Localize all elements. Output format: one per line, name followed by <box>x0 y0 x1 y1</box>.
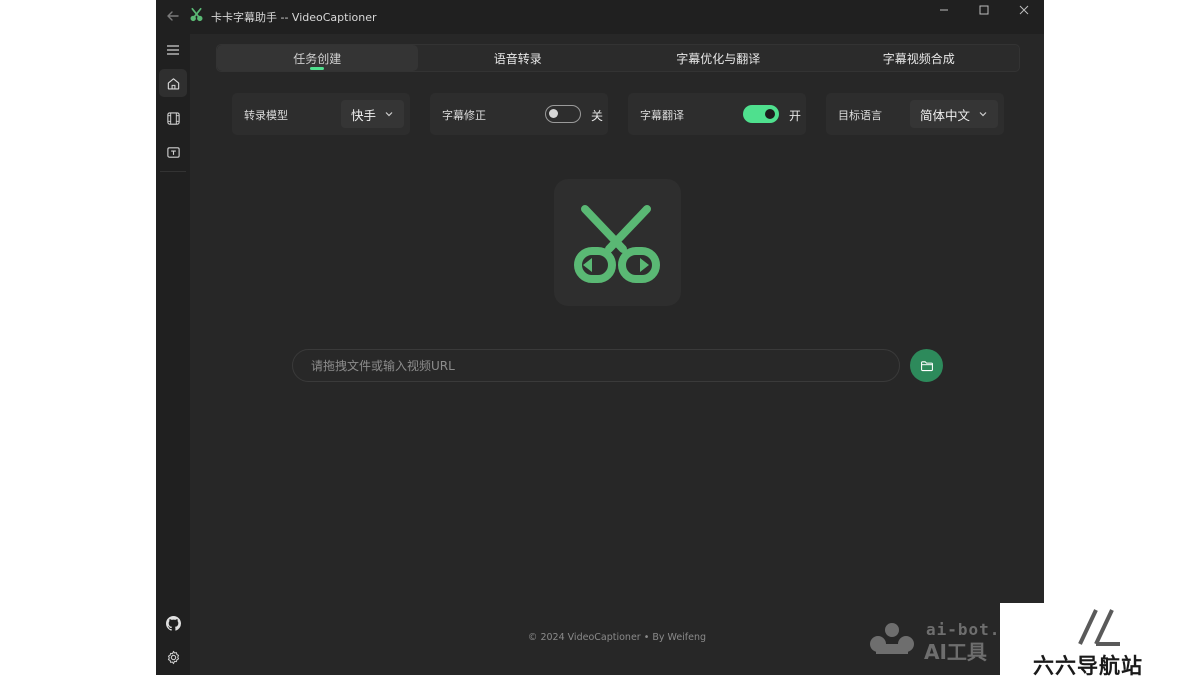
tab-video-synthesis[interactable]: 字幕视频合成 <box>819 45 1020 71</box>
menu-toggle-button[interactable] <box>159 36 187 64</box>
correction-card: 字幕修正 关 <box>430 93 608 135</box>
sidebar-item-subtitle[interactable] <box>159 138 187 166</box>
tab-transcription[interactable]: 语音转录 <box>418 45 619 71</box>
text-box-icon <box>166 146 180 158</box>
translation-state: 开 <box>789 109 802 123</box>
chevron-down-icon <box>979 112 987 117</box>
browse-folder-button[interactable] <box>910 349 943 382</box>
title-bar: 卡卡字幕助手 -- VideoCaptioner <box>156 0 1044 34</box>
correction-state: 关 <box>591 109 604 123</box>
translation-toggle[interactable] <box>743 105 779 123</box>
model-value: 快手 <box>350 107 376 123</box>
maximize-button[interactable] <box>964 0 1004 20</box>
target-language-dropdown[interactable]: 简体中文 <box>909 100 998 128</box>
back-arrow-icon[interactable] <box>163 6 183 26</box>
film-icon <box>166 111 180 125</box>
watermark-66-text: 六六导航站 <box>1033 654 1143 678</box>
home-icon <box>167 77 179 89</box>
close-button[interactable] <box>1004 0 1044 20</box>
scissors-logo-icon <box>573 204 660 283</box>
window-title: 卡卡字幕助手 -- VideoCaptioner <box>211 11 377 24</box>
settings-button[interactable] <box>159 643 187 671</box>
watermark-line2: AI工具 <box>924 640 987 664</box>
target-language-card: 目标语言 简体中文 <box>826 93 1004 135</box>
tab-bar: 任务创建 语音转录 字幕优化与翻译 字幕视频合成 <box>216 44 1020 72</box>
translation-card: 字幕翻译 开 <box>628 93 806 135</box>
app-logo <box>554 179 681 306</box>
watermark-logo-icon <box>870 623 914 654</box>
hamburger-icon <box>167 45 179 55</box>
model-dropdown[interactable]: 快手 <box>340 100 404 128</box>
sidebar-divider <box>160 171 186 172</box>
tab-task-creation[interactable]: 任务创建 <box>217 45 418 71</box>
minimize-button[interactable] <box>924 0 964 20</box>
sidebar-item-home[interactable] <box>159 69 187 97</box>
tab-optimize-translate[interactable]: 字幕优化与翻译 <box>618 45 819 71</box>
correction-label: 字幕修正 <box>442 109 486 122</box>
github-icon <box>165 615 181 631</box>
github-link[interactable] <box>159 609 187 637</box>
sidebar-item-video[interactable] <box>159 104 187 132</box>
app-window: 卡卡字幕助手 -- VideoCaptioner 任务创建 语音转录 字幕优化与… <box>156 0 1044 675</box>
watermark-66nav: 六六导航站 <box>1000 603 1200 678</box>
model-label: 转录模型 <box>244 109 288 122</box>
url-input[interactable] <box>292 349 900 382</box>
watermark-66-logo-icon <box>1078 609 1120 646</box>
chevron-down-icon <box>385 112 393 117</box>
sidebar <box>156 34 190 675</box>
target-language-label: 目标语言 <box>838 109 882 122</box>
target-language-value: 简体中文 <box>919 107 970 123</box>
gear-icon <box>167 650 179 664</box>
folder-icon <box>920 360 933 371</box>
correction-toggle[interactable] <box>545 105 581 123</box>
app-logo-icon <box>189 7 204 22</box>
main-content: 任务创建 语音转录 字幕优化与翻译 字幕视频合成 转录模型 快手 字幕修正 关 <box>190 34 1044 675</box>
translation-label: 字幕翻译 <box>640 109 684 122</box>
window-controls <box>924 0 1044 20</box>
model-card: 转录模型 快手 <box>232 93 410 135</box>
